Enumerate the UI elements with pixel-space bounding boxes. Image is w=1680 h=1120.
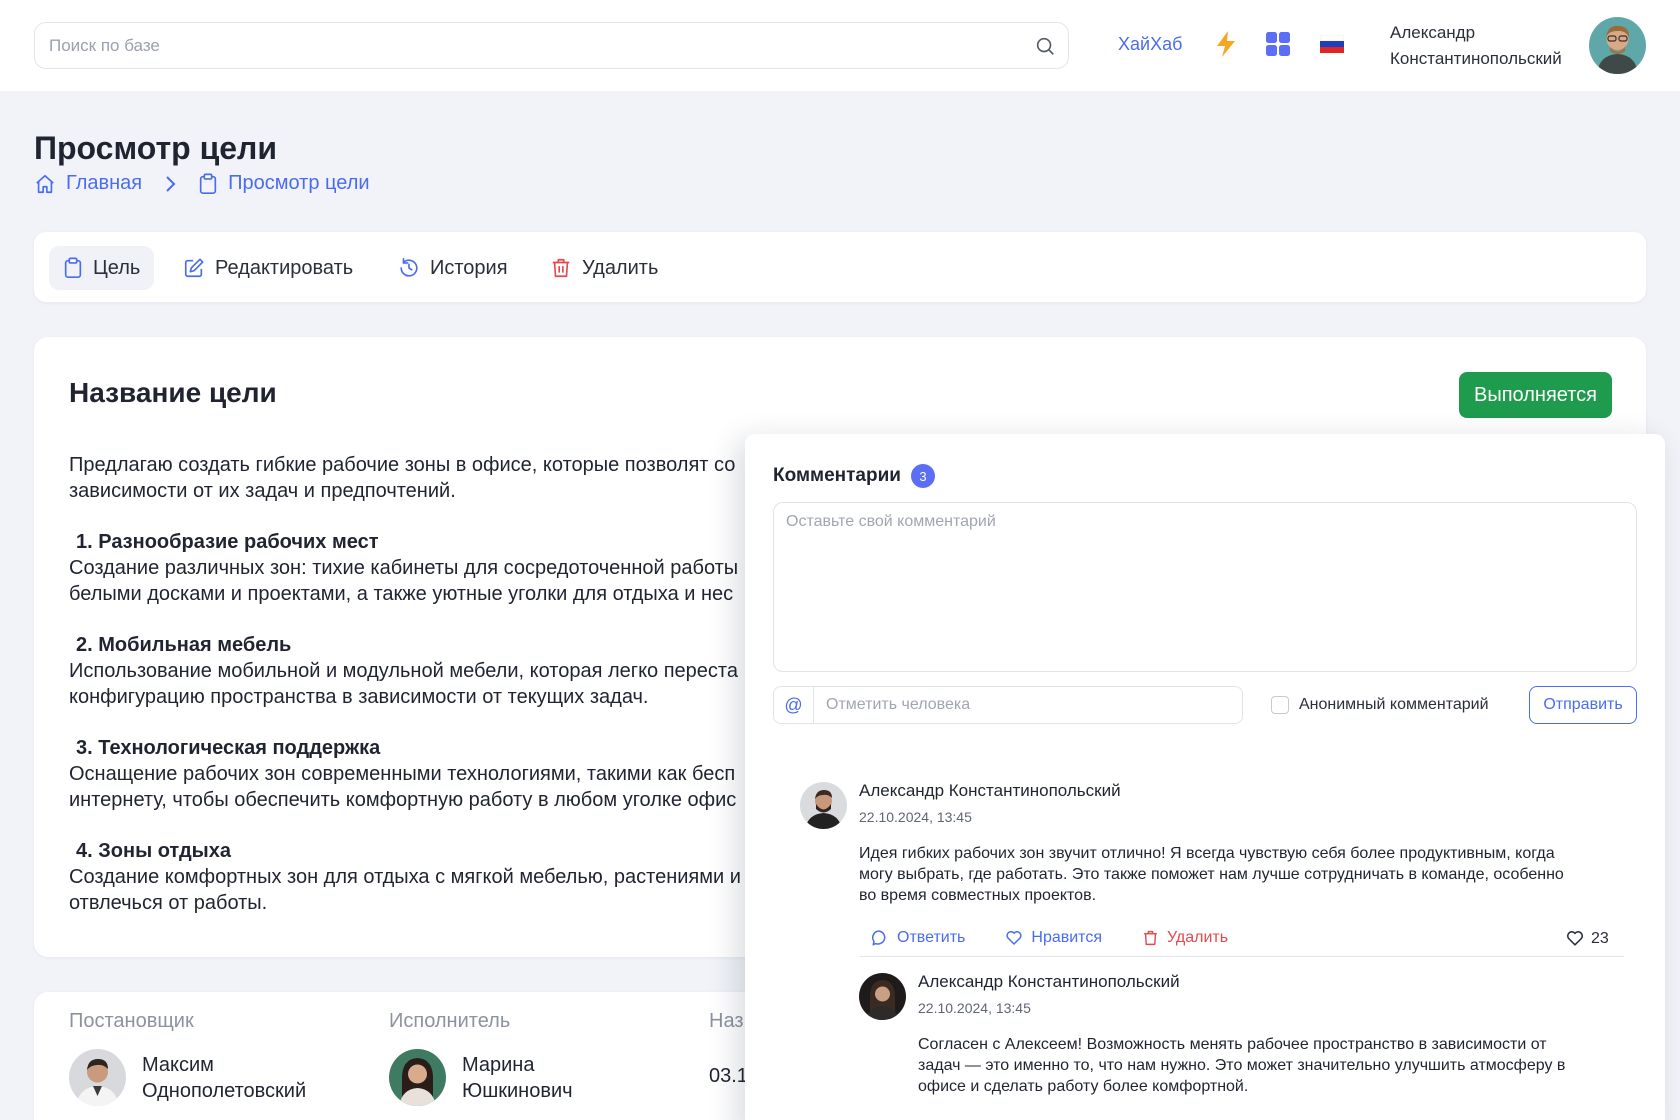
comment-actions: Ответить Нравится Удалить xyxy=(871,929,1268,947)
comment-item: Александр Константинопольский 22.10.2024… xyxy=(859,781,1121,825)
breadcrumb-current[interactable]: Просмотр цели xyxy=(198,172,370,195)
setter-avatar[interactable] xyxy=(69,1049,126,1106)
executor-block: Исполнитель Марина Юшкинович xyxy=(389,1010,573,1106)
mention-input[interactable] xyxy=(814,687,1242,723)
setter-name[interactable]: Максим Однополетовский xyxy=(142,1052,306,1104)
russian-flag-icon[interactable] xyxy=(1318,30,1346,58)
comment-date: 22.10.2024, 13:45 xyxy=(859,809,972,825)
comment-item: Александр Константинопольский 22.10.2024… xyxy=(918,972,1180,1016)
setter-last-name: Однополетовский xyxy=(142,1079,307,1102)
heart-icon xyxy=(1566,931,1584,946)
tab-delete-label: Удалить xyxy=(582,256,659,279)
comment-divider xyxy=(860,956,1624,957)
send-button[interactable]: Отправить xyxy=(1529,686,1637,724)
like-label: Нравится xyxy=(1031,929,1102,946)
tab-bar: Цель Редактировать История Удалить xyxy=(34,232,1646,302)
at-icon: @ xyxy=(774,687,814,723)
status-button[interactable]: Выполняется xyxy=(1459,372,1612,418)
trash-icon xyxy=(1144,930,1157,946)
breadcrumb: Главная Просмотр цели xyxy=(34,172,370,195)
date-label: Наз xyxy=(709,1010,744,1032)
goal-title: Название цели xyxy=(69,377,277,408)
delete-comment-label: Удалить xyxy=(1167,929,1229,946)
comment-text: Согласен с Алексеем! Возможность менять … xyxy=(918,1034,1638,1097)
executor-first-name: Марина xyxy=(462,1053,535,1076)
hub-link[interactable]: ХайХаб xyxy=(1118,34,1182,55)
breadcrumb-home-label: Главная xyxy=(66,172,143,194)
setter-label: Постановщик xyxy=(69,1010,194,1032)
clipboard-icon xyxy=(199,173,217,194)
reply-label: Ответить xyxy=(897,929,966,946)
breadcrumb-home[interactable]: Главная xyxy=(34,172,142,195)
tab-history-label: История xyxy=(430,256,508,279)
comment-text-line: Согласен с Алексеем! Возможность менять … xyxy=(918,1036,1547,1053)
comment-author[interactable]: Александр Константинопольский xyxy=(918,972,1180,992)
anonymous-label: Анонимный комментарий xyxy=(1299,696,1489,713)
tab-goal-label: Цель xyxy=(93,256,141,279)
breadcrumb-current-label: Просмотр цели xyxy=(228,172,370,194)
anonymous-checkbox[interactable] xyxy=(1271,696,1289,714)
comment-text-line: во время совместных проектов. xyxy=(859,887,1097,904)
comment-text: Идея гибких рабочих зон звучит отлично! … xyxy=(859,843,1639,906)
setter-first-name: Максим xyxy=(142,1053,214,1076)
chat-bubble-icon xyxy=(871,930,886,946)
comment-author-avatar[interactable] xyxy=(800,782,847,829)
comment-text-line: могу выбрать, где работать. Это также по… xyxy=(859,866,1564,883)
tab-history[interactable]: История xyxy=(384,246,522,290)
delete-comment-button[interactable]: Удалить xyxy=(1142,929,1228,947)
user-last-name: Константинопольский xyxy=(1390,49,1562,68)
tab-goal[interactable]: Цель xyxy=(49,246,155,290)
date-value: 03.1 xyxy=(709,1065,748,1087)
executor-name[interactable]: Марина Юшкинович xyxy=(462,1052,573,1104)
executor-last-name: Юшкинович xyxy=(462,1079,573,1102)
likes-count: 23 xyxy=(1591,929,1609,947)
home-icon xyxy=(36,174,54,193)
setter-block: Постановщик Максим Однополетовский xyxy=(69,1010,306,1106)
reply-button[interactable]: Ответить xyxy=(871,929,965,947)
user-avatar[interactable] xyxy=(1589,17,1646,74)
clipboard-icon xyxy=(64,257,82,278)
like-button[interactable]: Нравится xyxy=(1005,929,1102,947)
comment-author[interactable]: Александр Константинопольский xyxy=(859,781,1121,801)
comments-header: Комментарии 3 xyxy=(773,464,935,488)
top-bar: ХайХаб Александр Константинопольский xyxy=(0,0,1680,91)
user-first-name: Александр xyxy=(1390,23,1476,42)
comment-date: 22.10.2024, 13:45 xyxy=(918,1000,1031,1016)
heart-icon xyxy=(1006,930,1022,945)
search-box[interactable] xyxy=(34,22,1069,69)
executor-avatar[interactable] xyxy=(389,1049,446,1106)
tab-delete[interactable]: Удалить xyxy=(536,246,672,290)
comment-author-avatar[interactable] xyxy=(859,973,906,1020)
likes-counter[interactable]: 23 xyxy=(1565,929,1609,948)
user-name[interactable]: Александр Константинопольский xyxy=(1390,20,1562,72)
comment-text-line: задач — это именно то, что нам нужно. Эт… xyxy=(918,1057,1566,1074)
comments-count-badge: 3 xyxy=(910,464,935,488)
comment-text-line: офисе и сделать работу более комфортной. xyxy=(918,1078,1249,1095)
search-input[interactable] xyxy=(49,23,1009,68)
tab-edit-label: Редактировать xyxy=(215,256,354,279)
anonymous-toggle[interactable]: Анонимный комментарий xyxy=(1271,696,1489,714)
executor-label: Исполнитель xyxy=(389,1010,511,1032)
comments-panel: Комментарии 3 @ Анонимный комментарий От… xyxy=(745,434,1665,1120)
comments-title: Комментарии xyxy=(773,465,901,486)
date-block: Наз 03.1 xyxy=(709,1010,748,1089)
edit-icon xyxy=(184,258,204,278)
mention-field[interactable]: @ xyxy=(773,686,1243,724)
apps-grid-icon[interactable] xyxy=(1264,30,1292,58)
chevron-right-icon xyxy=(164,175,176,193)
comment-text-line: Идея гибких рабочих зон звучит отлично! … xyxy=(859,845,1555,862)
page-title: Просмотр цели xyxy=(34,130,278,166)
history-icon xyxy=(400,258,418,277)
tab-edit[interactable]: Редактировать xyxy=(169,246,367,290)
trash-icon xyxy=(552,258,570,278)
lightning-icon[interactable] xyxy=(1212,30,1240,58)
search-icon[interactable] xyxy=(1034,35,1056,57)
comment-textarea[interactable] xyxy=(773,502,1637,672)
